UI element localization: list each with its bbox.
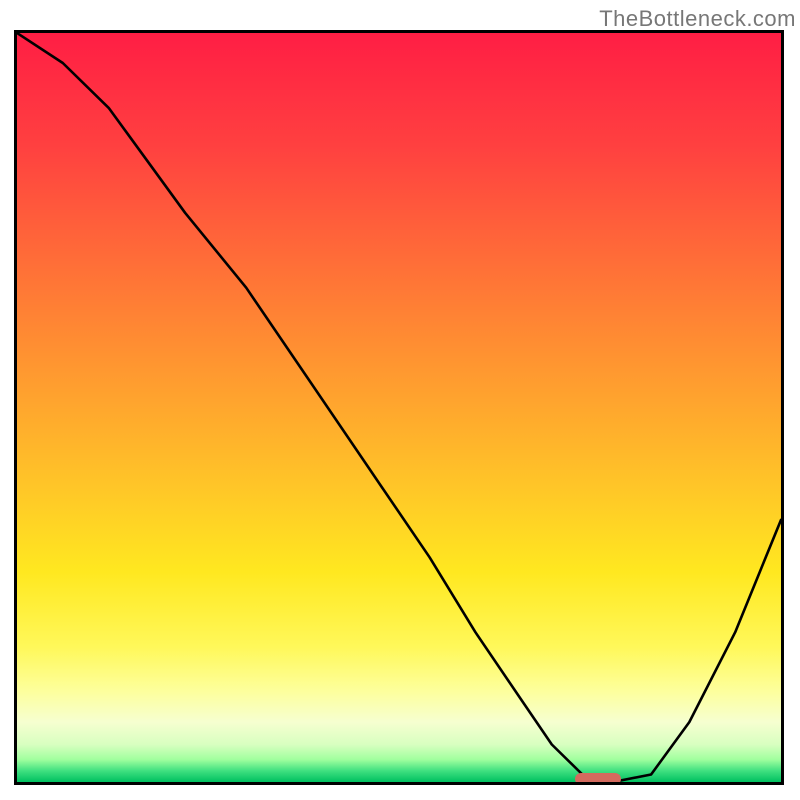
chart-container: TheBottleneck.com	[0, 0, 800, 800]
watermark-text: TheBottleneck.com	[599, 6, 796, 32]
optimal-marker	[575, 773, 621, 785]
bottleneck-curve	[17, 33, 781, 782]
plot-area	[14, 30, 784, 785]
